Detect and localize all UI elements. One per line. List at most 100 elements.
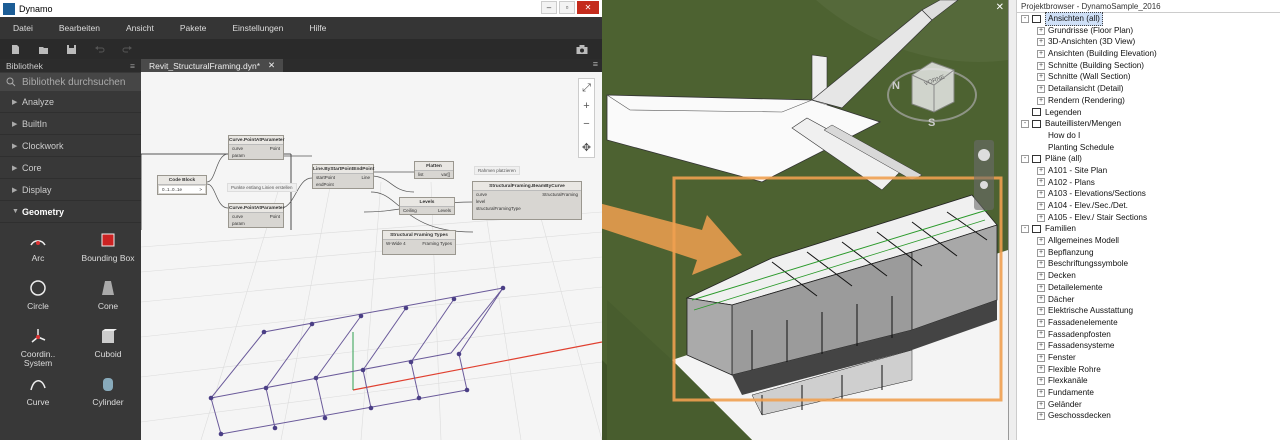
expand-icon[interactable]: + bbox=[1037, 73, 1045, 82]
tree-item[interactable]: + Flexkanäle bbox=[1017, 375, 1280, 387]
expand-icon[interactable]: + bbox=[1037, 248, 1045, 257]
category-analyze[interactable]: ▶ Analyze bbox=[0, 91, 141, 113]
note-place-framing[interactable]: Rahmen platzieren bbox=[474, 166, 520, 175]
library-item-arc[interactable]: Arc bbox=[6, 227, 70, 275]
tree-item[interactable]: + Grundrisse (Floor Plan) bbox=[1017, 25, 1280, 37]
framing-dropdown[interactable]: W-Wide 4 bbox=[386, 240, 406, 247]
tree-item[interactable]: + Schnitte (Wall Section) bbox=[1017, 71, 1280, 83]
expand-icon[interactable]: + bbox=[1037, 400, 1045, 409]
tree-item[interactable]: Legenden bbox=[1017, 107, 1280, 119]
library-item-curve[interactable]: Curve bbox=[6, 371, 70, 419]
tree-item[interactable]: +3D-Ansichten (3D View) bbox=[1017, 36, 1280, 48]
expand-icon[interactable]: + bbox=[1037, 166, 1045, 175]
node-levels[interactable]: Levels Ceiling Levels bbox=[399, 197, 455, 215]
tree-item[interactable]: + Fassadenelemente bbox=[1017, 317, 1280, 329]
expand-icon[interactable]: + bbox=[1037, 377, 1045, 386]
port-out[interactable]: Point bbox=[270, 145, 280, 152]
expand-icon[interactable]: + bbox=[1037, 353, 1045, 362]
code-text[interactable]: 0..1..0..1e bbox=[162, 186, 182, 193]
port-in[interactable]: startPoint bbox=[316, 174, 335, 181]
expand-icon[interactable]: + bbox=[1037, 388, 1045, 397]
expand-icon[interactable]: + bbox=[1037, 201, 1045, 210]
library-search[interactable]: Bibliothek durchsuchen bbox=[0, 73, 141, 91]
search-input[interactable]: Bibliothek durchsuchen bbox=[22, 77, 125, 88]
menu-settings[interactable]: Einstellungen bbox=[219, 23, 296, 33]
node-code-block[interactable]: Code Block 0..1..0..1e > bbox=[157, 175, 207, 195]
camera-icon[interactable] bbox=[575, 44, 589, 55]
expand-icon[interactable]: + bbox=[1037, 295, 1045, 304]
node-line-by-start-end[interactable]: Line.ByStartPointEndPoint startPoint Line… bbox=[312, 164, 374, 189]
expand-icon[interactable]: + bbox=[1037, 26, 1045, 35]
port-in[interactable]: curve bbox=[232, 145, 243, 152]
note-create-points[interactable]: Punkte entlang Linien erstellen bbox=[227, 183, 297, 192]
tree-item[interactable]: + A104 - Elev./Sec./Det. bbox=[1017, 200, 1280, 212]
tree-item[interactable]: + Beschriftungssymbole bbox=[1017, 258, 1280, 270]
category-core[interactable]: ▶ Core bbox=[0, 157, 141, 179]
library-item-coordinate-system[interactable]: Coordin.. System bbox=[6, 323, 70, 371]
category-display[interactable]: ▶ Display bbox=[0, 179, 141, 201]
node-flatten[interactable]: Flatten list var[] bbox=[414, 161, 454, 179]
port-out[interactable]: Levels bbox=[438, 207, 451, 214]
tab-workspace[interactable]: Revit_StructuralFraming.dyn* ✕ bbox=[141, 59, 284, 72]
library-menu-icon[interactable]: ≡ bbox=[130, 61, 135, 71]
port-out[interactable]: Line bbox=[361, 174, 370, 181]
tree-item[interactable]: - Bauteillisten/Mengen bbox=[1017, 118, 1280, 130]
library-item-cylinder[interactable]: Cylinder bbox=[76, 371, 140, 419]
expand-icon[interactable]: + bbox=[1037, 61, 1045, 70]
library-item-cuboid[interactable]: Cuboid bbox=[76, 323, 140, 371]
tree-item[interactable]: + Fundamente bbox=[1017, 387, 1280, 399]
port-out[interactable]: var[] bbox=[441, 171, 450, 178]
browser-scrollbar[interactable] bbox=[1009, 0, 1017, 440]
menu-view[interactable]: Ansicht bbox=[113, 23, 167, 33]
tree-item[interactable]: + Fassadenpfosten bbox=[1017, 329, 1280, 341]
collapse-icon[interactable]: - bbox=[1021, 120, 1029, 129]
category-geometry[interactable]: ▼ Geometry bbox=[0, 201, 141, 223]
tab-menu-icon[interactable]: ≡ bbox=[593, 59, 598, 69]
port-in[interactable]: level bbox=[476, 198, 485, 205]
expand-icon[interactable]: + bbox=[1037, 330, 1045, 339]
tree-item[interactable]: + Decken bbox=[1017, 270, 1280, 282]
tree-item[interactable]: + Flexible Rohre bbox=[1017, 364, 1280, 376]
pan-icon[interactable]: ✥ bbox=[582, 139, 591, 157]
maximize-button[interactable]: ▫ bbox=[559, 1, 575, 14]
tree-item[interactable]: + Geschossdecken bbox=[1017, 410, 1280, 422]
fit-view-icon[interactable]: ⤢ bbox=[582, 79, 591, 97]
close-button[interactable]: ✕ bbox=[577, 1, 599, 14]
menu-edit[interactable]: Bearbeiten bbox=[46, 23, 113, 33]
expand-icon[interactable]: + bbox=[1037, 49, 1045, 58]
port-out[interactable]: Point bbox=[270, 213, 280, 220]
expand-icon[interactable]: + bbox=[1037, 96, 1045, 105]
tree-item[interactable]: + Detailelemente bbox=[1017, 282, 1280, 294]
levels-dropdown[interactable]: Ceiling bbox=[403, 207, 417, 214]
zoom-in-icon[interactable]: + bbox=[583, 97, 589, 115]
save-icon[interactable] bbox=[66, 44, 77, 55]
view-close-icon[interactable]: ✕ bbox=[996, 2, 1004, 13]
category-builtin[interactable]: ▶ BuiltIn bbox=[0, 113, 141, 135]
node-structural-framing-types[interactable]: Structural Framing Types W-Wide 4 Framing… bbox=[382, 230, 456, 255]
port-in[interactable]: curve bbox=[476, 191, 487, 198]
tree-item[interactable]: + A105 - Elev./ Stair Sections bbox=[1017, 212, 1280, 224]
collapse-icon[interactable]: - bbox=[1021, 14, 1029, 23]
expand-icon[interactable]: + bbox=[1037, 283, 1045, 292]
library-item-circle[interactable]: Circle bbox=[6, 275, 70, 323]
collapse-icon[interactable]: - bbox=[1021, 225, 1029, 234]
library-item-cone[interactable]: Cone bbox=[76, 275, 140, 323]
redo-icon[interactable] bbox=[122, 44, 133, 55]
expand-icon[interactable]: + bbox=[1037, 236, 1045, 245]
tree-item[interactable]: Planting Schedule bbox=[1017, 142, 1280, 154]
expand-icon[interactable]: + bbox=[1037, 84, 1045, 93]
expand-icon[interactable]: + bbox=[1037, 365, 1045, 374]
tree-item[interactable]: + Schnitte (Building Section) bbox=[1017, 60, 1280, 72]
node-curve-point-at-parameter-1[interactable]: Curve.PointAtParameter curve Point param bbox=[228, 135, 284, 160]
tree-item[interactable]: - Familien bbox=[1017, 223, 1280, 235]
expand-icon[interactable]: + bbox=[1037, 342, 1045, 351]
open-folder-icon[interactable] bbox=[38, 44, 49, 55]
expand-icon[interactable]: + bbox=[1037, 178, 1045, 187]
expand-icon[interactable]: + bbox=[1037, 271, 1045, 280]
revit-3d-view[interactable]: VORNE N S ✕ bbox=[602, 0, 1008, 440]
expand-icon[interactable]: + bbox=[1037, 38, 1045, 47]
expand-icon[interactable]: + bbox=[1037, 307, 1045, 316]
expand-icon[interactable]: + bbox=[1037, 318, 1045, 327]
tree-item[interactable]: + A101 - Site Plan bbox=[1017, 165, 1280, 177]
tree-item[interactable]: - Ansichten (all) bbox=[1017, 12, 1280, 26]
